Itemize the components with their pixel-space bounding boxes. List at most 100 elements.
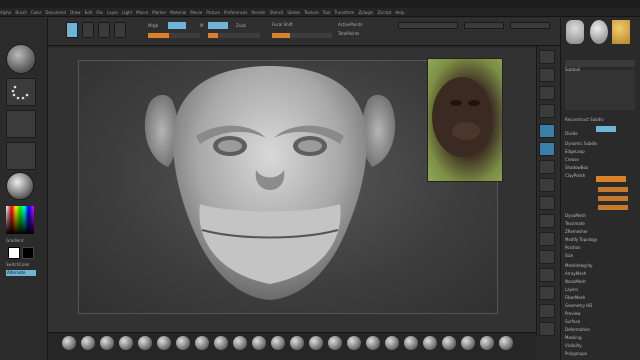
brush-button[interactable] (62, 336, 76, 350)
alpha-thumbnail[interactable] (6, 110, 36, 138)
tool-palette-item[interactable]: Position (565, 244, 581, 251)
menu-item[interactable]: Edit (85, 10, 93, 15)
scroll-icon[interactable] (539, 50, 555, 64)
menu-item[interactable]: Document (45, 10, 66, 15)
tool-palette-item[interactable]: Layers (565, 286, 578, 293)
brush-thumbnail[interactable] (6, 44, 36, 74)
draw-size-slider[interactable] (272, 33, 332, 38)
rotate-mode-button[interactable] (114, 22, 126, 38)
sphere-tool-thumbnail[interactable] (590, 20, 608, 44)
tool-palette-item[interactable]: EdgeLoop (565, 148, 585, 155)
groups-split-button[interactable] (464, 22, 504, 29)
brush-button[interactable] (271, 336, 285, 350)
tool-palette-item[interactable]: Visibility (565, 342, 582, 349)
menu-item[interactable]: Texture (304, 10, 319, 15)
transp-icon[interactable] (539, 286, 555, 300)
frame-icon[interactable] (539, 196, 555, 210)
brush-button[interactable] (119, 336, 133, 350)
tool-palette-item[interactable]: MeshIntegrity (565, 262, 593, 269)
tool-palette-item[interactable]: Tessimate (565, 220, 585, 227)
menu-item[interactable]: Brush (15, 10, 27, 15)
menu-item[interactable]: Picture (206, 10, 220, 15)
chimp-head-sculpt[interactable] (140, 62, 400, 308)
zadd-button[interactable] (208, 22, 228, 29)
secondary-color-swatch[interactable] (22, 247, 34, 259)
menu-item[interactable]: Render (251, 10, 265, 15)
group-mask-button[interactable] (510, 22, 550, 29)
menu-item[interactable]: Zscript (377, 10, 391, 15)
tool-palette-item[interactable]: Subtool (565, 66, 580, 73)
m-button[interactable]: M (200, 23, 203, 28)
claypolish-button[interactable] (596, 176, 626, 182)
menu-item[interactable]: Material (170, 10, 186, 15)
brush-button[interactable] (81, 336, 95, 350)
menu-item[interactable]: Draw (70, 10, 80, 15)
draw-mode-button[interactable] (66, 22, 78, 38)
alternate-button[interactable]: Alternate (6, 270, 36, 276)
texture-thumbnail[interactable] (6, 142, 36, 170)
dynamic-icon[interactable] (539, 322, 555, 336)
brush-button[interactable] (290, 336, 304, 350)
zsub-button[interactable]: Zsub (236, 23, 246, 28)
brush-button[interactable] (404, 336, 418, 350)
brush-button[interactable] (347, 336, 361, 350)
rgb-button[interactable] (168, 22, 186, 29)
move-mode-button[interactable] (82, 22, 94, 38)
scale-icon[interactable] (539, 232, 555, 246)
tool-palette-item[interactable]: Geometry HD (565, 302, 592, 309)
menu-item[interactable]: Help (395, 10, 404, 15)
scale-mode-button[interactable] (98, 22, 110, 38)
brush-button[interactable] (252, 336, 266, 350)
tool-palette-item[interactable]: Deformation (565, 326, 590, 333)
material-thumbnail[interactable] (6, 172, 34, 200)
z-intensity-slider[interactable] (208, 33, 260, 38)
reference-photo[interactable] (427, 58, 503, 182)
menu-item[interactable]: Color (31, 10, 41, 15)
menu-item[interactable]: Zplugin (358, 10, 373, 15)
brush-button[interactable] (385, 336, 399, 350)
rotate-icon[interactable] (539, 250, 555, 264)
tool-palette-item[interactable]: Surface (565, 318, 580, 325)
stroke-thumbnail[interactable] (6, 78, 36, 106)
local-icon[interactable] (539, 160, 555, 174)
menu-item[interactable]: File (96, 10, 103, 15)
tool-palette-item[interactable]: DynaMesh (565, 212, 586, 219)
brush-button[interactable] (214, 336, 228, 350)
polish-slider[interactable] (598, 187, 628, 192)
rgb-intensity-slider[interactable] (148, 33, 200, 38)
menu-item[interactable]: Alpha (0, 10, 11, 15)
tool-thumbnail[interactable] (566, 20, 584, 44)
brush-button[interactable] (461, 336, 475, 350)
color-picker[interactable] (6, 206, 34, 234)
floor-icon[interactable] (539, 142, 555, 156)
sharpen-slider[interactable] (598, 196, 628, 201)
brush-button[interactable] (100, 336, 114, 350)
brush-button[interactable] (423, 336, 437, 350)
lsym-icon[interactable] (539, 178, 555, 192)
split-button[interactable] (398, 22, 458, 29)
tool-palette-item[interactable]: FiberMesh (565, 294, 585, 301)
menu-item[interactable]: Macro (136, 10, 148, 15)
brush-button[interactable] (442, 336, 456, 350)
menu-item[interactable]: Marker (152, 10, 166, 15)
tool-palette-item[interactable]: Preview (565, 310, 581, 317)
simplebrush-thumbnail[interactable] (612, 20, 630, 44)
smt-toggle[interactable] (596, 126, 616, 132)
tool-palette-item[interactable]: Masking (565, 334, 582, 341)
move-icon[interactable] (539, 214, 555, 228)
brush-button[interactable] (499, 336, 513, 350)
menu-item[interactable]: Movie (190, 10, 202, 15)
zoom-icon[interactable] (539, 68, 555, 82)
mrgb-button[interactable]: Mrgb (148, 23, 158, 28)
menu-item[interactable]: Stroke (287, 10, 300, 15)
subtool-list[interactable] (565, 70, 635, 110)
tool-palette-item[interactable]: ClayPolish (565, 172, 585, 179)
persp-icon[interactable] (539, 124, 555, 138)
brush-button[interactable] (195, 336, 209, 350)
menu-item[interactable]: Layer (107, 10, 118, 15)
tool-palette-item[interactable]: Polygroups (565, 350, 587, 357)
main-color-swatch[interactable] (8, 247, 20, 259)
tool-palette-item[interactable]: ShadowBox (565, 164, 588, 171)
aahalf-icon[interactable] (539, 104, 555, 118)
brush-button[interactable] (366, 336, 380, 350)
